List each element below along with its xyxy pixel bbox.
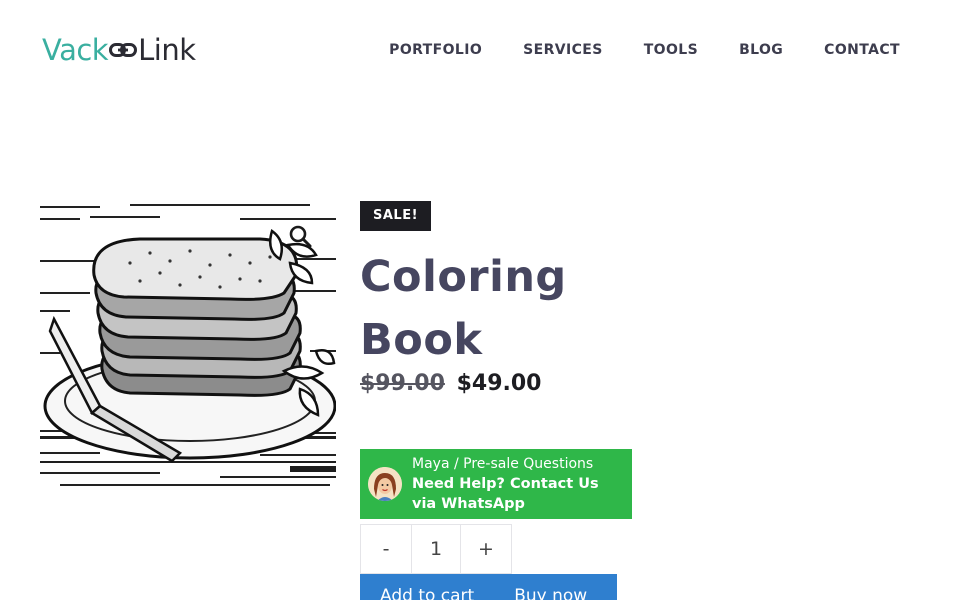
site-header: Vack Link PORTFOLIO SERVICES TOOLS BLOG … [0,0,960,100]
product-title: Coloring Book [360,252,567,365]
quantity-decrease-button[interactable]: - [361,525,411,573]
nav-contact[interactable]: CONTACT [824,40,900,60]
zoom-button[interactable] [287,223,313,249]
old-price: $99.00 [360,371,445,396]
nav-blog[interactable]: BLOG [739,40,783,60]
product-summary: SALE! Coloring Book $99.00 $49.00 [360,201,660,400]
logo-text-link: Link [138,33,196,67]
link-chain-icon [109,43,138,57]
add-to-cart-button[interactable]: Add to cart [380,574,474,600]
whatsapp-contact-button[interactable]: Maya / Pre-sale Questions Need Help? Con… [360,449,632,519]
product-image[interactable] [40,201,336,495]
sale-badge: SALE! [360,201,432,231]
quantity-stepper: - 1 + [360,524,512,574]
buy-now-button[interactable]: Buy now [514,574,587,600]
site-logo[interactable]: Vack Link [42,31,196,69]
nav-portfolio[interactable]: PORTFOLIO [389,40,482,60]
nav-services[interactable]: SERVICES [523,40,603,60]
product-price: $99.00 $49.00 [360,368,660,400]
logo-text-vack: Vack [42,33,109,67]
nav-tools[interactable]: TOOLS [644,40,698,60]
whatsapp-cta-text: Need Help? Contact Us via WhatsApp [412,476,599,512]
purchase-actions: Add to cart Buy now [360,574,617,600]
support-agent-avatar [368,467,402,501]
sale-price: $49.00 [456,371,542,396]
main-nav: PORTFOLIO SERVICES TOOLS BLOG CONTACT [389,40,900,60]
whatsapp-agent-label: Maya / Pre-sale Questions [412,456,594,472]
quantity-input[interactable]: 1 [411,525,461,573]
magnifier-icon [289,225,312,248]
quantity-increase-button[interactable]: + [461,525,511,573]
